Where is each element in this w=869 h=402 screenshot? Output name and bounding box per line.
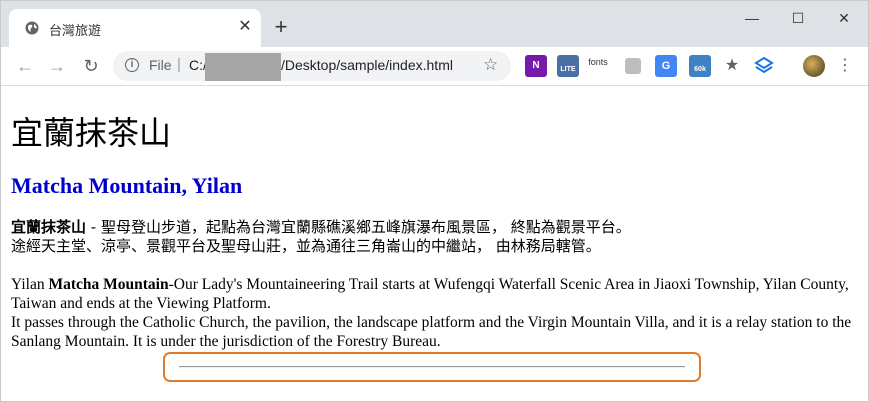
browser-window: 台灣旅遊 ✕ + — ☐ ✕ ← → ↻ i File | C:/ /Deskt… <box>0 0 869 402</box>
address-bar[interactable]: i File | C:/ /Desktop/sample/index.html … <box>113 51 511 81</box>
globe-icon <box>25 21 39 35</box>
onenote-extension-icon[interactable]: N <box>525 55 547 77</box>
translate-extension-icon[interactable]: G <box>655 55 677 77</box>
chinese-line-1: - 聖母登山步道，起點為台灣宜蘭縣礁溪鄉五峰旗瀑布風景區， 終點為觀景平台。 <box>86 218 631 236</box>
redacted-block <box>205 53 281 81</box>
layers-extension-icon[interactable] <box>753 55 775 77</box>
page-content: 宜蘭抹茶山 Matcha Mountain, Yilan 宜蘭抹茶山 - 聖母登… <box>1 86 868 401</box>
fonts-extension-icon[interactable]: fonts <box>587 55 609 77</box>
horizontal-rule <box>179 366 685 368</box>
chinese-description: 宜蘭抹茶山 - 聖母登山步道，起點為台灣宜蘭縣礁溪鄉五峰旗瀑布風景區， 終點為觀… <box>11 218 861 256</box>
maximize-button[interactable]: ☐ <box>783 7 813 29</box>
forward-button[interactable]: → <box>45 54 69 78</box>
counter-extension-icon[interactable]: 60k <box>689 55 711 77</box>
english-line-2: It passes through the Catholic Church, t… <box>11 314 852 350</box>
browser-toolbar: ← → ↻ i File | C:/ /Desktop/sample/index… <box>1 47 868 86</box>
tab-active[interactable]: 台灣旅遊 ✕ <box>9 9 261 47</box>
new-tab-button[interactable]: + <box>269 15 293 39</box>
url-separator: | <box>177 56 181 73</box>
chinese-line-2: 途經天主堂、涼亭、景觀平台及聖母山莊，並為通往三角崙山的中繼站， 由林務局轄管。 <box>11 237 601 255</box>
back-button[interactable]: ← <box>13 54 37 78</box>
profile-avatar[interactable] <box>803 55 825 77</box>
close-window-button[interactable]: ✕ <box>829 7 859 29</box>
chinese-bold-name: 宜蘭抹茶山 <box>11 218 87 236</box>
lite-extension-icon[interactable]: LITE <box>557 55 579 77</box>
url-path: /Desktop/sample/index.html <box>281 57 453 73</box>
reload-button[interactable]: ↻ <box>79 54 103 78</box>
page-subtitle: Matcha Mountain, Yilan <box>11 173 243 198</box>
browser-menu-icon[interactable]: ⋮ <box>835 54 855 78</box>
url-scheme: File <box>149 57 172 73</box>
page-title: 宜蘭抹茶山 <box>11 114 172 152</box>
minimize-button[interactable]: — <box>737 7 767 29</box>
close-tab-icon[interactable]: ✕ <box>235 17 255 37</box>
highlighted-horizontal-rule <box>163 352 701 382</box>
english-bold-name: Matcha Mountain <box>48 276 169 293</box>
paste-extension-icon[interactable] <box>625 58 641 74</box>
info-icon[interactable]: i <box>125 58 139 72</box>
english-description: Yilan Matcha Mountain-Our Lady's Mountai… <box>11 275 861 351</box>
bookmark-star-icon[interactable]: ☆ <box>483 55 498 75</box>
star-extension-icon[interactable]: ★ <box>721 55 743 77</box>
tab-title: 台灣旅遊 <box>49 24 102 39</box>
english-prefix: Yilan <box>11 276 49 293</box>
tab-strip: 台灣旅遊 ✕ + — ☐ ✕ <box>1 1 868 47</box>
